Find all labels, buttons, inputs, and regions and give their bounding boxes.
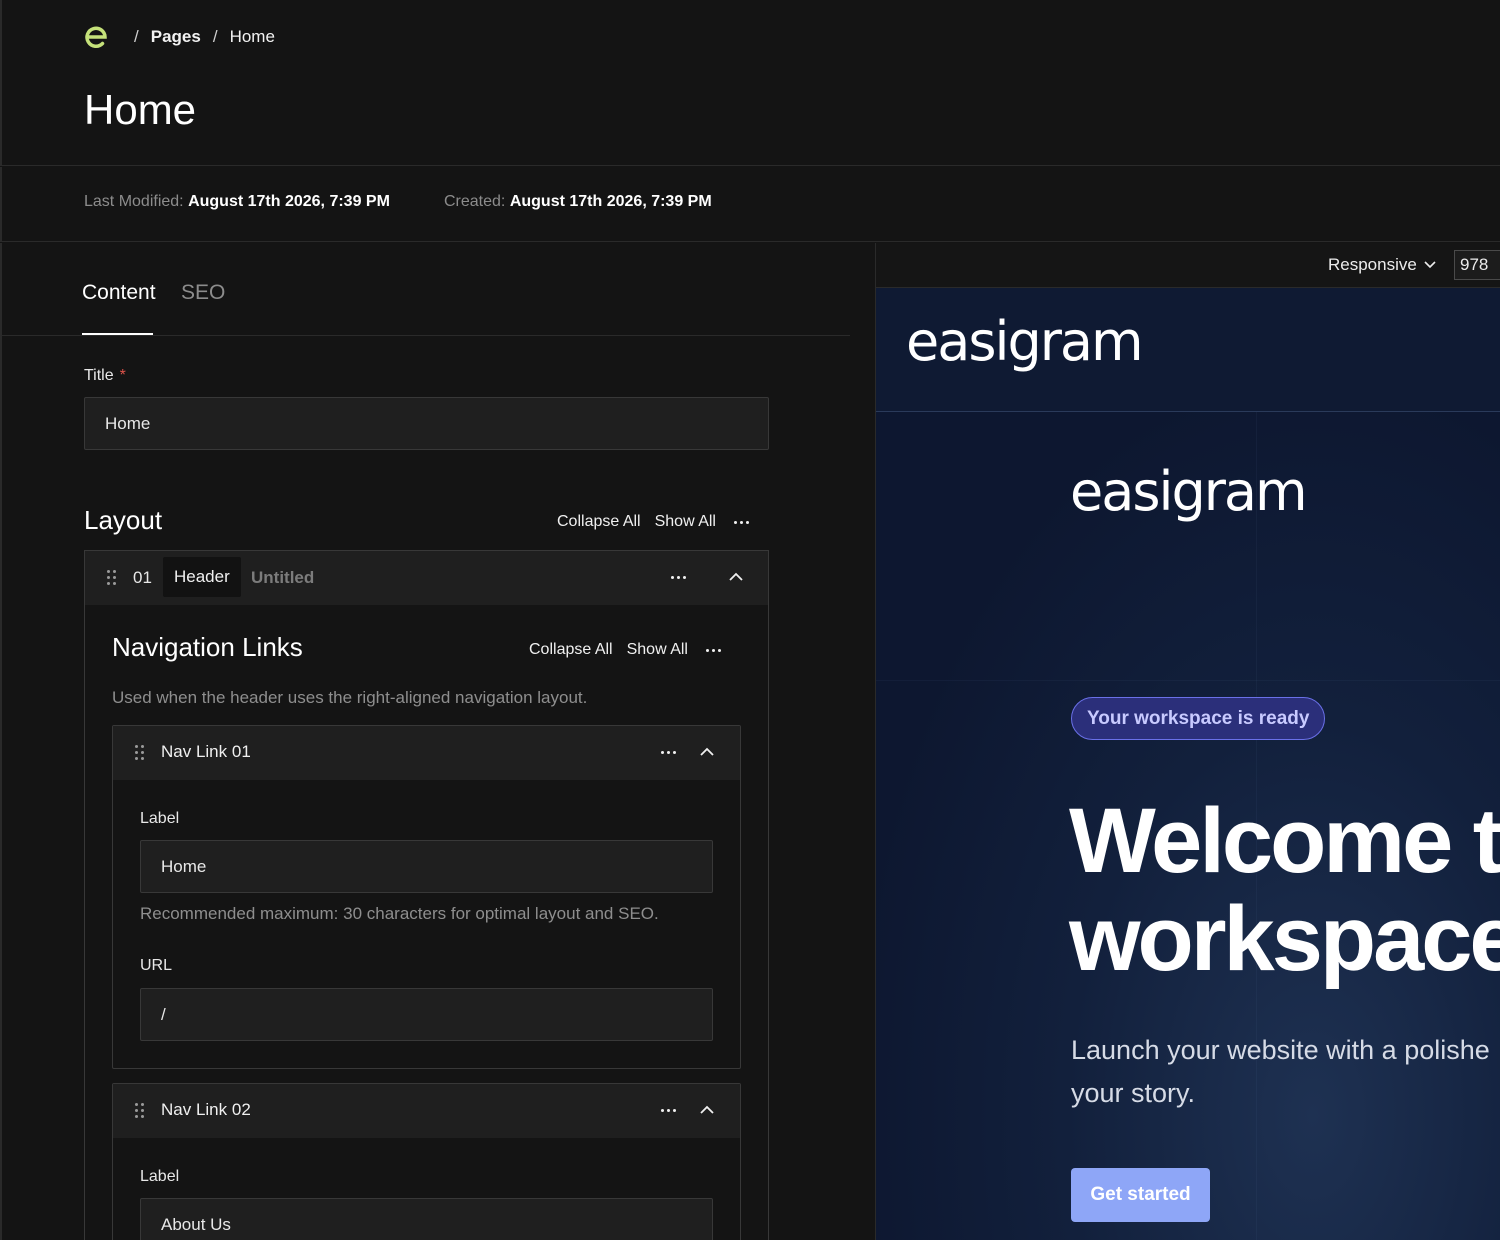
- title-label-text: Title: [84, 367, 114, 384]
- preview-hero: easigram Your workspace is ready Welcome…: [876, 412, 1500, 1240]
- last-modified-label: Last Modified:: [84, 193, 184, 210]
- block-type-tag: Header: [163, 557, 241, 597]
- breadcrumb-separator: /: [134, 27, 139, 46]
- meta-bar: Last Modified: August 17th 2026, 7:39 PM…: [0, 167, 1500, 242]
- tab-seo[interactable]: SEO: [181, 281, 225, 305]
- hero-headline-line-1: Welcome t: [1069, 790, 1500, 892]
- nav-link-item: Nav Link 02 Label About Us: [112, 1083, 741, 1240]
- hero-lead: Launch your website with a polishe your …: [1071, 1029, 1490, 1115]
- label-field-label: Label: [140, 1168, 180, 1185]
- editor-panel: Content SEO Title * Home Layout Collapse …: [0, 243, 876, 1240]
- layout-actions: Collapse All Show All: [557, 513, 749, 531]
- nav-link-item: Nav Link 01 Label Home Recommended maxim…: [112, 725, 741, 1069]
- more-icon[interactable]: [705, 648, 721, 652]
- responsive-dropdown[interactable]: Responsive: [1328, 255, 1436, 275]
- chevron-down-icon: [1424, 261, 1436, 269]
- required-mark: *: [119, 367, 126, 384]
- nav-link-title: Nav Link 02: [161, 1100, 251, 1119]
- chevron-up-icon[interactable]: [700, 747, 714, 757]
- breadcrumb-separator: /: [212, 27, 218, 46]
- preview-site-nav: easigram: [876, 288, 1500, 412]
- label-field-label: Label: [140, 810, 180, 827]
- tab-bar: Content SEO: [2, 243, 850, 336]
- hero-grid-line: [876, 680, 1500, 681]
- preview-width-input[interactable]: 978: [1454, 250, 1500, 280]
- nav-link-title: Nav Link 01: [161, 742, 251, 761]
- url-field-label: URL: [140, 957, 173, 974]
- nav-link-header[interactable]: Nav Link 02: [113, 1084, 740, 1138]
- drag-handle-icon[interactable]: [107, 570, 116, 585]
- more-icon[interactable]: [733, 520, 749, 524]
- layout-heading: Layout: [84, 505, 163, 535]
- more-icon[interactable]: [661, 751, 676, 754]
- created-value: August 17th 2026, 7:39 PM: [509, 193, 712, 210]
- preview-toolbar: Responsive 978: [876, 243, 1500, 288]
- preview-panel: Responsive 978 easigram easigram Your wo…: [876, 243, 1500, 1240]
- created: Created: August 17th 2026, 7:39 PM: [444, 193, 712, 211]
- nav-links-help-text: Used when the header uses the right-alig…: [112, 688, 588, 707]
- hero-lead-line-1: Launch your website with a polishe: [1071, 1035, 1490, 1065]
- hero-lead-line-2: your story.: [1071, 1078, 1196, 1108]
- layout-show-all-button[interactable]: Show All: [655, 513, 716, 531]
- title-input[interactable]: Home: [84, 397, 769, 450]
- active-tab-indicator: [82, 333, 153, 335]
- navigation-links-heading: Navigation Links: [112, 632, 303, 662]
- hero-headline-line-2: workspace: [1069, 888, 1500, 990]
- title-field-label: Title *: [84, 367, 126, 385]
- nav-link-header[interactable]: Nav Link 01: [113, 726, 740, 780]
- preview-nav-brand[interactable]: easigram: [906, 310, 1144, 373]
- workspace-ready-badge: Your workspace is ready: [1071, 697, 1326, 740]
- nav-links-actions: Collapse All Show All: [529, 641, 721, 659]
- label-input[interactable]: About Us: [140, 1198, 713, 1240]
- url-input[interactable]: /: [140, 988, 713, 1041]
- more-icon[interactable]: [661, 1109, 676, 1112]
- block-number: 01: [133, 568, 152, 587]
- last-modified: Last Modified: August 17th 2026, 7:39 PM: [84, 193, 390, 211]
- nav-links-show-all-button[interactable]: Show All: [627, 641, 688, 659]
- label-input[interactable]: Home: [140, 840, 713, 893]
- breadcrumb: / Pages / Home: [84, 24, 275, 50]
- breadcrumb-current: Home: [229, 27, 275, 46]
- get-started-button[interactable]: Get started: [1071, 1168, 1210, 1222]
- last-modified-value: August 17th 2026, 7:39 PM: [188, 193, 390, 210]
- preview-hero-brand: easigram: [1070, 460, 1308, 523]
- breadcrumb-pages-link[interactable]: Pages: [151, 27, 201, 47]
- block-name: Untitled: [251, 568, 315, 587]
- created-label: Created:: [444, 193, 506, 210]
- nav-links-collapse-all-button[interactable]: Collapse All: [529, 641, 613, 659]
- more-icon[interactable]: [671, 576, 686, 579]
- top-bar: / Pages / Home Home: [0, 0, 1500, 166]
- chevron-up-icon[interactable]: [729, 572, 743, 582]
- hero-headline: Welcome t workspace: [1069, 792, 1500, 988]
- block-header-bar[interactable]: 01 Header Untitled: [85, 551, 768, 605]
- layout-collapse-all-button[interactable]: Collapse All: [557, 513, 641, 531]
- tab-content[interactable]: Content: [82, 281, 156, 305]
- drag-handle-icon[interactable]: [135, 745, 144, 760]
- drag-handle-icon[interactable]: [135, 1103, 144, 1118]
- layout-block-header: 01 Header Untitled Navigation Links Coll…: [84, 550, 769, 1240]
- label-help-text: Recommended maximum: 30 characters for o…: [140, 904, 659, 923]
- chevron-up-icon[interactable]: [700, 1105, 714, 1115]
- responsive-label: Responsive: [1328, 255, 1417, 274]
- logo-icon[interactable]: [84, 24, 108, 50]
- page-title: Home: [84, 86, 197, 133]
